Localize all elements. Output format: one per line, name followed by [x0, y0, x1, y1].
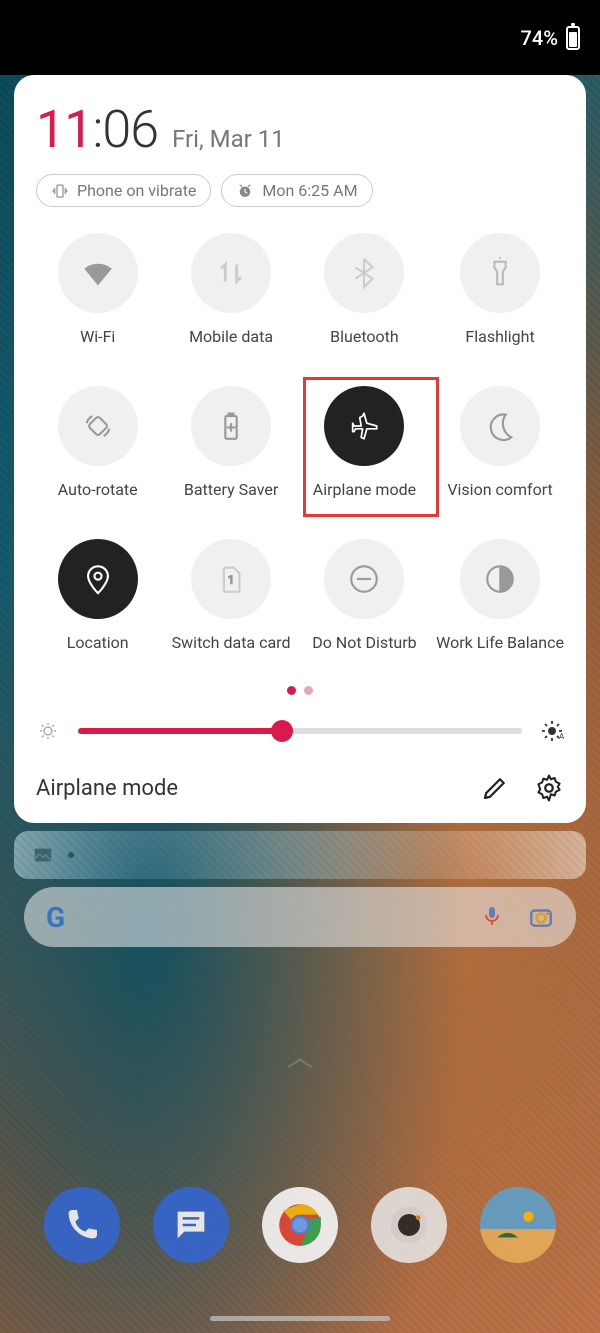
work-life-icon [483, 562, 517, 596]
qs-tiles-grid: Wi-Fi Mobile data Bluetooth Flashlight A… [36, 233, 564, 652]
vibrate-icon [51, 182, 69, 200]
page-dot-2[interactable] [304, 686, 313, 695]
brightness-auto-icon: A [540, 719, 564, 743]
page-dot-1[interactable] [287, 686, 296, 695]
clock-time[interactable]: 11:06 [36, 99, 158, 160]
quick-settings-panel[interactable]: 11:06 Fri, Mar 11 Phone on vibrate Mon 6… [14, 75, 586, 823]
status-bar: 74% [0, 0, 600, 75]
status-chips: Phone on vibrate Mon 6:25 AM [36, 174, 564, 207]
clock-date[interactable]: Fri, Mar 11 [172, 125, 285, 153]
airplane-icon [347, 409, 381, 443]
dock [0, 1187, 600, 1263]
edit-icon[interactable] [480, 773, 510, 803]
brightness-low-icon [36, 719, 60, 743]
dock-chrome[interactable] [262, 1187, 338, 1263]
dock-camera[interactable] [371, 1187, 447, 1263]
tile-bluetooth[interactable]: Bluetooth [303, 233, 426, 346]
dock-phone[interactable] [44, 1187, 120, 1263]
mobile-data-icon [214, 256, 248, 290]
brightness-slider-row: A [36, 719, 564, 743]
chip-alarm[interactable]: Mon 6:25 AM [221, 174, 372, 207]
battery-icon [566, 26, 580, 50]
tile-switch-data-card[interactable]: 1 Switch data card [169, 539, 292, 652]
tile-airplane-mode[interactable]: Airplane mode [303, 386, 426, 499]
brightness-slider[interactable] [78, 728, 522, 734]
dock-gallery[interactable] [480, 1187, 556, 1263]
tile-detail-title: Airplane mode [36, 776, 178, 801]
battery-saver-icon [214, 409, 248, 443]
tile-vision-comfort[interactable]: Vision comfort [436, 386, 564, 499]
chip-vibrate[interactable]: Phone on vibrate [36, 174, 211, 207]
wifi-icon [81, 256, 115, 290]
qs-footer: Airplane mode [36, 773, 564, 803]
tile-work-life-balance[interactable]: Work Life Balance [436, 539, 564, 652]
settings-icon[interactable] [534, 773, 564, 803]
clock-row: 11:06 Fri, Mar 11 [36, 99, 564, 160]
svg-text:A: A [559, 732, 564, 741]
tile-mobile-data[interactable]: Mobile data [169, 233, 292, 346]
tile-battery-saver[interactable]: Battery Saver [169, 386, 292, 499]
tile-wifi[interactable]: Wi-Fi [36, 233, 159, 346]
flashlight-icon [483, 256, 517, 290]
mic-icon[interactable] [480, 904, 504, 928]
auto-rotate-icon [81, 409, 115, 443]
tile-auto-rotate[interactable]: Auto-rotate [36, 386, 159, 499]
bluetooth-icon [347, 256, 381, 290]
moon-icon [483, 409, 517, 443]
home-indicator[interactable] [210, 1316, 390, 1321]
google-search-bar[interactable]: G [24, 887, 576, 947]
google-logo: G [46, 901, 65, 934]
sim-card-icon: 1 [214, 562, 248, 596]
svg-text:1: 1 [228, 572, 234, 586]
location-icon [81, 562, 115, 596]
page-indicator [36, 686, 564, 695]
tile-do-not-disturb[interactable]: Do Not Disturb [303, 539, 426, 652]
dock-messages[interactable] [153, 1187, 229, 1263]
dnd-icon [347, 562, 381, 596]
tile-location[interactable]: Location [36, 539, 159, 652]
battery-percentage: 74% [521, 26, 558, 50]
tile-flashlight[interactable]: Flashlight [436, 233, 564, 346]
camera-icon[interactable] [528, 904, 554, 930]
brightness-thumb[interactable] [271, 720, 293, 742]
alarm-icon [236, 182, 254, 200]
